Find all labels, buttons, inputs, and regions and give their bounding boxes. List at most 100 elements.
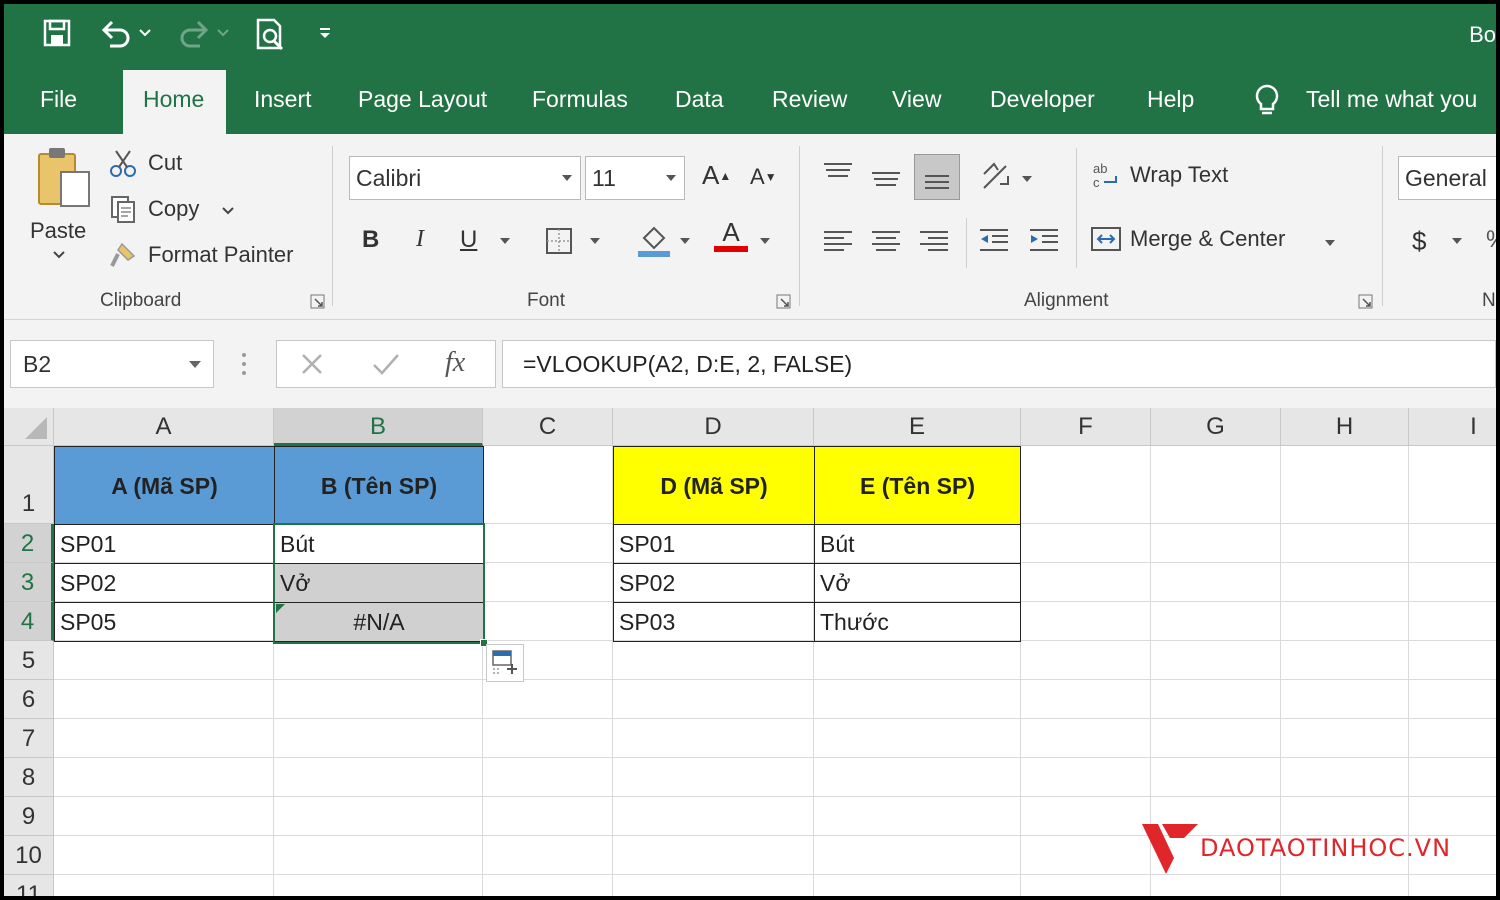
tab-formulas[interactable]: Formulas xyxy=(532,86,628,113)
column-header-h[interactable]: H xyxy=(1281,408,1409,446)
grid-cell[interactable] xyxy=(613,875,814,896)
copy-button[interactable]: Copy xyxy=(108,194,235,224)
grid-cell[interactable] xyxy=(1281,719,1409,758)
format-painter-button[interactable]: Format Painter xyxy=(108,240,294,270)
font-size-select[interactable]: 11 xyxy=(585,156,685,200)
underline-dropdown-icon[interactable] xyxy=(500,238,510,244)
fill-color-button[interactable] xyxy=(636,222,672,258)
grid-cell[interactable] xyxy=(1409,446,1496,524)
paste-button[interactable] xyxy=(32,146,96,226)
grid-cell[interactable] xyxy=(1281,563,1409,602)
row-header-4[interactable]: 4 xyxy=(4,602,54,641)
grid-cell[interactable] xyxy=(54,641,274,680)
font-color-dropdown-icon[interactable] xyxy=(760,238,770,244)
grid-cell[interactable] xyxy=(1151,758,1281,797)
dialog-launcher-icon[interactable] xyxy=(776,294,791,309)
grid-cell[interactable] xyxy=(483,446,613,524)
fill-color-dropdown-icon[interactable] xyxy=(680,238,690,244)
grid-cell[interactable] xyxy=(613,641,814,680)
grid-cell[interactable] xyxy=(1281,602,1409,641)
decrease-indent-button[interactable] xyxy=(978,226,1010,256)
grid-cell[interactable] xyxy=(1021,446,1151,524)
grid-cell[interactable] xyxy=(1409,719,1496,758)
grid-cell[interactable] xyxy=(613,797,814,836)
top-align-button[interactable] xyxy=(822,158,854,188)
row-header-8[interactable]: 8 xyxy=(4,758,54,797)
grid-cell[interactable] xyxy=(814,875,1021,896)
undo-icon[interactable] xyxy=(98,18,152,48)
grid-cell[interactable] xyxy=(483,524,613,563)
tab-help[interactable]: Help xyxy=(1147,86,1194,113)
grid-cell[interactable] xyxy=(54,719,274,758)
grid-cell[interactable] xyxy=(1151,719,1281,758)
grid-cell[interactable] xyxy=(1281,641,1409,680)
bottom-align-button[interactable] xyxy=(914,154,960,200)
row-header-6[interactable]: 6 xyxy=(4,680,54,719)
tab-view[interactable]: View xyxy=(892,86,941,113)
font-name-select[interactable]: Calibri xyxy=(349,156,581,200)
dialog-launcher-icon[interactable] xyxy=(1358,294,1373,309)
align-right-button[interactable] xyxy=(918,226,950,256)
tell-me-search[interactable]: Tell me what you xyxy=(1306,86,1477,113)
grid-cell[interactable] xyxy=(1281,524,1409,563)
grid-cell[interactable] xyxy=(1151,602,1281,641)
tab-data[interactable]: Data xyxy=(675,86,724,113)
grid-cell[interactable] xyxy=(613,719,814,758)
paste-dropdown-icon[interactable] xyxy=(52,250,66,260)
italic-button[interactable]: I xyxy=(416,226,424,253)
grid-cell[interactable] xyxy=(1409,524,1496,563)
number-format-select[interactable]: General xyxy=(1398,156,1496,200)
tab-home[interactable]: Home xyxy=(123,70,227,134)
grid-cell[interactable] xyxy=(1151,875,1281,896)
grid-cell[interactable] xyxy=(1021,563,1151,602)
grid-cell[interactable] xyxy=(274,758,483,797)
bold-button[interactable]: B xyxy=(362,226,379,254)
grid-cell[interactable] xyxy=(1021,875,1151,896)
grid-cell[interactable] xyxy=(1281,875,1409,896)
wrap-text-button[interactable]: ab c Wrap Text xyxy=(1092,160,1228,190)
cell-b2[interactable]: Bút xyxy=(274,524,484,564)
column-header-g[interactable]: G xyxy=(1151,408,1281,446)
column-header-d[interactable]: D xyxy=(613,408,814,446)
grid-cell[interactable] xyxy=(613,680,814,719)
paste-label[interactable]: Paste xyxy=(30,218,86,244)
grid-cell[interactable] xyxy=(54,875,274,896)
cell-b4[interactable]: #N/A xyxy=(274,602,484,642)
save-icon[interactable] xyxy=(42,18,72,48)
dialog-launcher-icon[interactable] xyxy=(310,294,325,309)
row-header-7[interactable]: 7 xyxy=(4,719,54,758)
grid-cell[interactable] xyxy=(1409,641,1496,680)
redo-icon[interactable] xyxy=(176,18,230,48)
select-all-corner[interactable] xyxy=(4,408,54,446)
formula-input[interactable]: =VLOOKUP(A2, D:E, 2, FALSE) xyxy=(502,340,1496,388)
borders-dropdown-icon[interactable] xyxy=(590,238,600,244)
redo-dropdown-icon[interactable] xyxy=(216,28,230,38)
cell-e2[interactable]: Bút xyxy=(814,524,1021,564)
column-header-a[interactable]: A xyxy=(54,408,274,446)
lightbulb-icon[interactable] xyxy=(1254,84,1280,124)
cut-button[interactable]: Cut xyxy=(108,148,182,178)
row-header-9[interactable]: 9 xyxy=(4,797,54,836)
name-box[interactable]: B2 xyxy=(10,340,214,388)
cell-b3[interactable]: Vở xyxy=(274,563,484,603)
currency-dropdown-icon[interactable] xyxy=(1452,238,1462,244)
grid-cell[interactable] xyxy=(1409,563,1496,602)
increase-font-size-button[interactable]: A ▲ xyxy=(702,160,731,191)
row-header-2[interactable]: 2 xyxy=(4,524,54,563)
grid-cell[interactable] xyxy=(483,758,613,797)
cell-e1[interactable]: E (Tên SP) xyxy=(814,446,1021,525)
column-header-f[interactable]: F xyxy=(1021,408,1151,446)
font-color-button[interactable]: A xyxy=(714,218,748,252)
cell-e3[interactable]: Vở xyxy=(814,563,1021,603)
merge-center-button[interactable]: Merge & Center xyxy=(1090,224,1336,254)
cell-a1[interactable]: A (Mã SP) xyxy=(54,446,275,525)
cell-e4[interactable]: Thước xyxy=(814,602,1021,642)
grid-cell[interactable] xyxy=(483,797,613,836)
copy-dropdown-icon[interactable] xyxy=(221,196,235,222)
grid-cell[interactable] xyxy=(1409,875,1496,896)
grid-cell[interactable] xyxy=(483,875,613,896)
grid-cell[interactable] xyxy=(483,836,613,875)
middle-align-button[interactable] xyxy=(870,164,902,194)
error-indicator-icon[interactable] xyxy=(276,604,285,613)
grid-cell[interactable] xyxy=(814,680,1021,719)
